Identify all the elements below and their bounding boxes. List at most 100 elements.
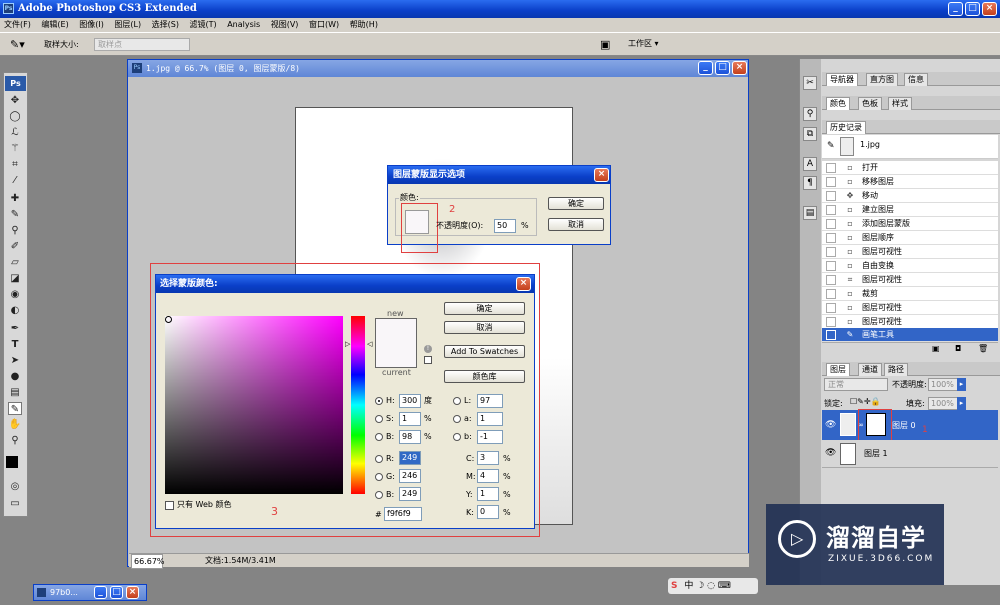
picker-cancel-button[interactable]: 取消 [444,321,525,334]
fill-arrow-icon[interactable]: ▸ [957,397,966,410]
k-input[interactable]: 0 [477,505,499,519]
color-field-cursor[interactable] [165,316,172,323]
l-radio[interactable] [453,397,461,405]
menu-item[interactable]: 编辑(E) [41,20,68,29]
menu-item[interactable]: 窗口(W) [309,20,339,29]
web-safe-cube-icon[interactable] [424,356,432,364]
lasso-icon[interactable]: ℒ [8,126,22,139]
mask-dialog-close-button[interactable]: × [594,168,609,182]
mask-cancel-button[interactable]: 取消 [548,218,604,231]
pen-icon[interactable]: ✒ [8,322,22,335]
g-input[interactable]: 246 [399,469,421,483]
character-panel-icon[interactable]: A [803,157,817,171]
layer-comps-icon[interactable]: ⧉ [803,127,817,141]
history-row[interactable]: ▫ 图层可视性 [822,315,998,329]
bridge-icon[interactable]: ▣ [600,38,610,51]
doc-close-button[interactable]: × [732,61,747,75]
color-libraries-button[interactable]: 颜色库 [444,370,525,383]
history-row[interactable]: ▫ 图层顺序 [822,231,998,245]
brushes-panel-icon[interactable]: ✂ [803,76,817,90]
b-input[interactable]: 98 [399,430,421,444]
history-row[interactable]: ▫ 打开 [822,161,998,175]
workspace-button[interactable]: 工作区 ▾ [628,38,659,49]
y-input[interactable]: 1 [477,487,499,501]
gradient-icon[interactable]: ◪ [8,272,22,285]
menu-item[interactable]: 帮助(H) [350,20,378,29]
restore-min-button[interactable]: _ [94,586,107,599]
rgb-b-input[interactable]: 249 [399,487,421,501]
history-row[interactable]: ✥ 移动 [822,189,998,203]
new-snapshot-icon[interactable]: ◘ [955,344,961,353]
add-to-swatches-button[interactable]: Add To Swatches [444,345,525,358]
a-radio[interactable] [453,415,461,423]
web-only-checkbox[interactable] [165,501,174,510]
lab-b-radio[interactable] [453,433,461,441]
color-field[interactable] [165,316,343,494]
hex-input[interactable]: f9f6f9 [384,507,422,521]
actions-panel-icon[interactable]: ▤ [803,206,817,220]
hue-slider-handle-icon[interactable]: ◁ [367,340,372,348]
history-row-selected[interactable]: ✎ 画笔工具 [822,328,998,342]
fill-input[interactable]: 100% [928,397,958,410]
hand-icon[interactable]: ✋ [8,418,22,431]
tab-channels[interactable]: 通道 [858,363,882,376]
r-input[interactable]: 249 [399,451,421,465]
g-radio[interactable] [375,473,383,481]
screen-mode-icon[interactable]: ▭ [8,497,22,510]
history-row[interactable]: ▫ 建立图层 [822,203,998,217]
lock-icons[interactable]: ☐✎✛🔒 [850,397,881,406]
zoom-field[interactable]: 66.67% [131,554,165,569]
layer-row-selected[interactable]: 👁 ∞ 图层 0 1 [822,410,998,440]
menu-item[interactable]: 选择(S) [152,20,179,29]
slice-icon[interactable]: ⁄ [8,174,22,187]
history-snapshot[interactable]: ✎ 1.jpg [822,135,998,159]
tab-styles[interactable]: 样式 [888,97,912,110]
c-input[interactable]: 3 [477,451,499,465]
move-icon[interactable]: ✥ [8,94,22,107]
sample-size-select[interactable]: 取样点 [94,38,190,51]
ime-toolbar[interactable]: S 中 ☽ ◌ ⌨ [668,578,758,594]
tab-histogram[interactable]: 直方图 [866,73,898,86]
history-row[interactable]: ▫ 添加图层蒙版 [822,217,998,231]
layer-opacity-input[interactable]: 100% [928,378,958,391]
stamp-icon[interactable]: ⚲ [8,224,22,237]
eraser-icon[interactable]: ▱ [8,256,22,269]
type-icon[interactable]: T [8,338,22,351]
l-input[interactable]: 97 [477,394,503,408]
minimized-window[interactable]: 97b0... _ □ × [33,584,147,601]
m-input[interactable]: 4 [477,469,499,483]
history-row[interactable]: ▫ 裁剪 [822,287,998,301]
sogou-icon[interactable]: S [671,581,677,591]
lab-b-input[interactable]: -1 [477,430,503,444]
tab-paths[interactable]: 路径 [884,363,908,376]
tab-navigator[interactable]: 导航器 [826,73,858,86]
quick-mask-icon[interactable]: ◎ [8,480,22,493]
history-brush-icon[interactable]: ✐ [8,240,22,253]
tab-info[interactable]: 信息 [904,73,928,86]
brush-icon[interactable]: ✎ [8,208,22,221]
menu-item[interactable]: Analysis [227,20,260,29]
foreground-color-swatch[interactable] [6,456,18,468]
path-select-icon[interactable]: ➤ [8,354,22,367]
b-radio[interactable] [375,433,383,441]
history-row[interactable]: ⌗ 图层可视性 [822,273,998,287]
new-current-swatch[interactable] [375,318,417,368]
paragraph-panel-icon[interactable]: ¶ [803,176,817,190]
a-input[interactable]: 1 [477,412,503,426]
trash-icon[interactable]: 🗑 [978,344,988,353]
picker-close-button[interactable]: × [516,277,531,291]
tool-presets-icon[interactable]: ⚲ [803,107,817,121]
menu-item[interactable]: 视图(V) [271,20,299,29]
history-row[interactable]: ▫ 移移图层 [822,175,998,189]
s-input[interactable]: 1 [399,412,421,426]
opacity-arrow-icon[interactable]: ▸ [957,378,966,391]
picker-ok-button[interactable]: 确定 [444,302,525,315]
dodge-icon[interactable]: ◐ [8,304,22,317]
doc-minimize-button[interactable]: _ [698,61,713,75]
h-input[interactable]: 300 [399,394,421,408]
menu-item[interactable]: 图层(L) [114,20,141,29]
photoshop-logo-icon[interactable]: Ps [5,76,26,91]
new-document-icon[interactable]: ▣ [932,344,940,353]
mask-ok-button[interactable]: 确定 [548,197,604,210]
doc-info[interactable]: 文档:1.54M/3.41M [205,554,276,567]
